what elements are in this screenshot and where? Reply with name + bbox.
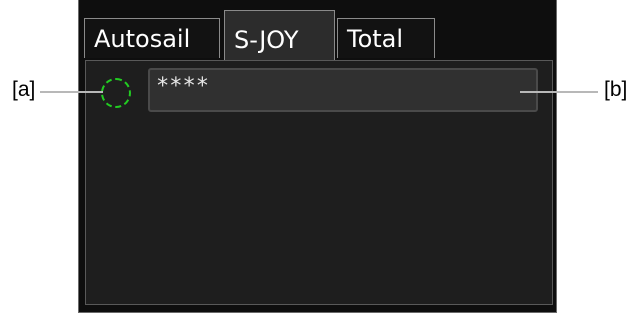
tab-s-joy[interactable]: S-JOY: [224, 10, 335, 60]
tab-autosail[interactable]: Autosail: [84, 18, 220, 58]
callout-line-b: [520, 91, 598, 93]
callout-line-a: [40, 91, 103, 93]
callout-label-b: [b]: [604, 78, 628, 101]
tab-total[interactable]: Total: [337, 18, 435, 58]
s-joy-value-field[interactable]: ****: [148, 68, 538, 112]
callout-label-a: [a]: [12, 78, 36, 101]
status-indicator-circle-icon: [101, 78, 131, 108]
